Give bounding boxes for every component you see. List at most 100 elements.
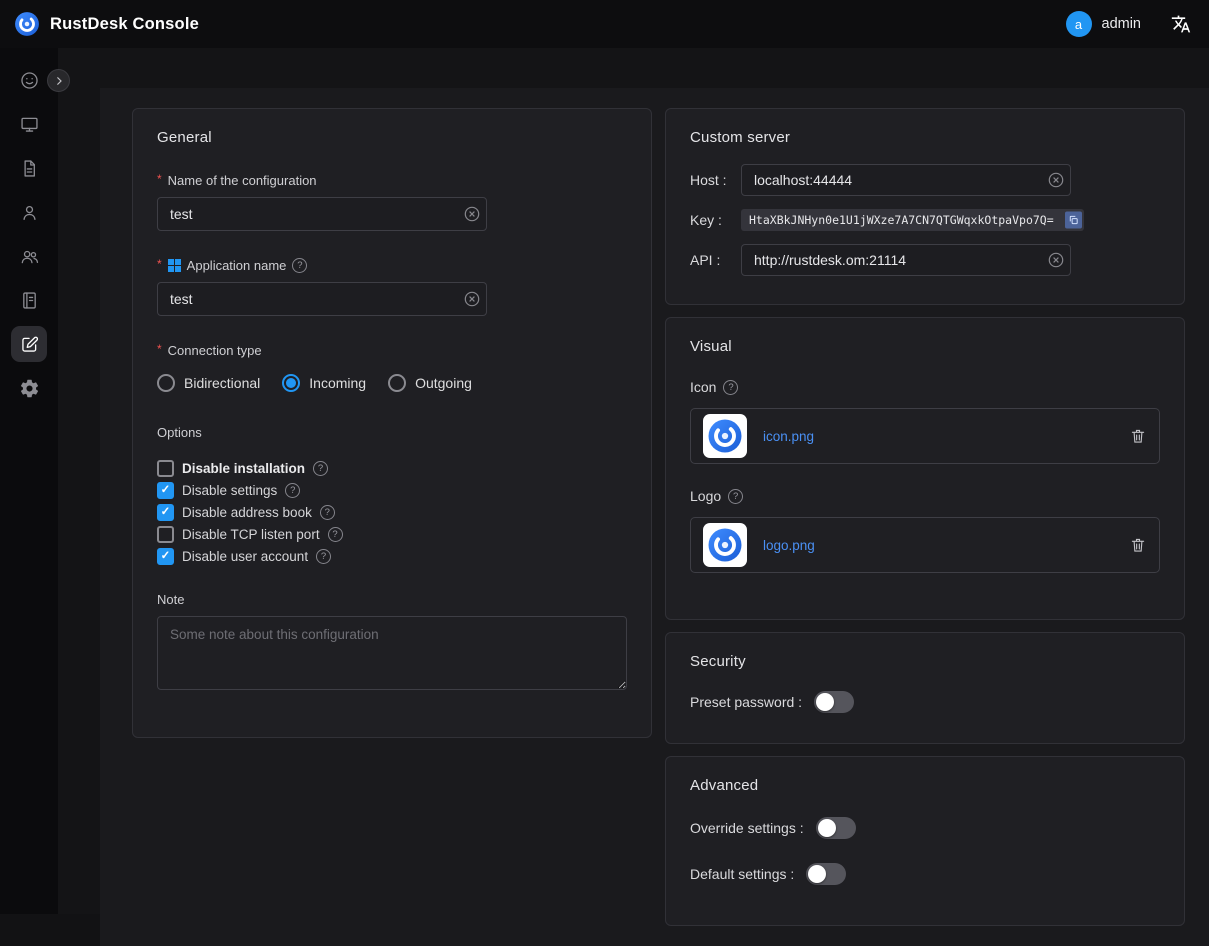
content-panel: General * Name of the configuration * bbox=[100, 88, 1209, 946]
radio-dot bbox=[157, 374, 175, 392]
windows-icon bbox=[168, 259, 181, 272]
avatar[interactable]: a bbox=[1066, 11, 1092, 37]
preset-password-label: Preset password : bbox=[690, 694, 802, 710]
sidebar-item-document[interactable] bbox=[11, 150, 47, 186]
checkbox-disable-tcp-listen-port[interactable]: Disable TCP listen port? bbox=[157, 526, 627, 543]
header-right: a admin bbox=[1066, 11, 1192, 37]
checkbox-box bbox=[157, 548, 174, 565]
sidebar-item-edit[interactable] bbox=[11, 326, 47, 362]
checkbox-disable-installation[interactable]: Disable installation? bbox=[157, 460, 627, 477]
host-input[interactable] bbox=[741, 164, 1071, 196]
help-icon[interactable]: ? bbox=[285, 483, 300, 498]
icon-preview bbox=[703, 414, 747, 458]
logo-upload-box[interactable]: logo.png bbox=[690, 517, 1160, 573]
edit-icon bbox=[19, 334, 40, 355]
checkbox-label: Disable address book bbox=[182, 505, 312, 520]
api-input[interactable] bbox=[741, 244, 1071, 276]
radio-dot bbox=[388, 374, 406, 392]
copy-icon[interactable] bbox=[1065, 212, 1082, 229]
users-icon bbox=[19, 246, 40, 267]
visual-card: Visual Icon ? icon.png bbox=[665, 317, 1185, 620]
user-icon bbox=[19, 202, 40, 223]
radio-incoming[interactable]: Incoming bbox=[282, 374, 366, 392]
clear-icon[interactable] bbox=[1048, 172, 1064, 188]
sidebar bbox=[0, 48, 58, 914]
checkbox-disable-settings[interactable]: Disable settings? bbox=[157, 482, 627, 499]
icon-filename-link[interactable]: icon.png bbox=[763, 429, 814, 444]
connection-type-label: * Connection type bbox=[157, 343, 627, 358]
document-icon bbox=[19, 158, 40, 179]
clear-icon[interactable] bbox=[1048, 252, 1064, 268]
icon-upload-box[interactable]: icon.png bbox=[690, 408, 1160, 464]
help-icon[interactable]: ? bbox=[723, 380, 738, 395]
chevron-right-icon bbox=[53, 75, 65, 87]
security-card: Security Preset password : bbox=[665, 632, 1185, 744]
trash-icon[interactable] bbox=[1129, 536, 1147, 554]
translate-icon[interactable] bbox=[1171, 14, 1191, 34]
application-name-label: * Application name ? bbox=[157, 258, 627, 273]
preset-password-toggle[interactable] bbox=[814, 691, 854, 713]
notebook-icon bbox=[19, 290, 40, 311]
checkbox-label: Disable settings bbox=[182, 483, 277, 498]
username[interactable]: admin bbox=[1102, 16, 1142, 32]
default-settings-label: Default settings : bbox=[690, 866, 794, 882]
key-value: HtaXBkJNHyn0e1U1jWXze7A7CN7QTGWqxkOtpaVp… bbox=[749, 213, 1054, 227]
rustdesk-logo-icon bbox=[14, 11, 40, 37]
clear-icon[interactable] bbox=[464, 206, 480, 222]
key-label: Key : bbox=[690, 212, 741, 228]
smiley-icon bbox=[19, 70, 40, 91]
name-field-label: * Name of the configuration bbox=[157, 173, 627, 188]
radio-label: Bidirectional bbox=[184, 375, 260, 391]
help-icon[interactable]: ? bbox=[316, 549, 331, 564]
sidebar-expand-button[interactable] bbox=[47, 69, 70, 92]
options-group: Disable installation?Disable settings?Di… bbox=[157, 460, 627, 565]
trash-icon[interactable] bbox=[1129, 427, 1147, 445]
help-icon[interactable]: ? bbox=[328, 527, 343, 542]
sidebar-item-settings[interactable] bbox=[11, 370, 47, 406]
sidebar-item-user[interactable] bbox=[11, 194, 47, 230]
checkbox-disable-address-book[interactable]: Disable address book? bbox=[157, 504, 627, 521]
key-value-box: HtaXBkJNHyn0e1U1jWXze7A7CN7QTGWqxkOtpaVp… bbox=[741, 209, 1084, 231]
default-settings-toggle[interactable] bbox=[806, 863, 846, 885]
checkbox-box bbox=[157, 526, 174, 543]
note-label: Note bbox=[157, 592, 627, 607]
app-title: RustDesk Console bbox=[50, 15, 199, 34]
header: RustDesk Console a admin bbox=[0, 0, 1209, 48]
checkbox-label: Disable installation bbox=[182, 461, 305, 476]
gear-icon bbox=[19, 378, 40, 399]
checkbox-box bbox=[157, 460, 174, 477]
checkbox-box bbox=[157, 504, 174, 521]
radio-outgoing[interactable]: Outgoing bbox=[388, 374, 472, 392]
radio-bidirectional[interactable]: Bidirectional bbox=[157, 374, 260, 392]
help-icon[interactable]: ? bbox=[320, 505, 335, 520]
radio-label: Incoming bbox=[309, 375, 366, 391]
logo-label: Logo ? bbox=[690, 488, 1160, 504]
application-name-input[interactable] bbox=[157, 282, 487, 316]
custom-server-title: Custom server bbox=[690, 129, 1160, 146]
checkbox-box bbox=[157, 482, 174, 499]
help-icon[interactable]: ? bbox=[313, 461, 328, 476]
logo-preview bbox=[703, 523, 747, 567]
required-asterisk: * bbox=[157, 259, 162, 269]
clear-icon[interactable] bbox=[464, 291, 480, 307]
sidebar-item-smiley[interactable] bbox=[11, 62, 47, 98]
security-title: Security bbox=[690, 653, 1160, 670]
config-name-input[interactable] bbox=[157, 197, 487, 231]
monitor-icon bbox=[19, 114, 40, 135]
help-icon[interactable]: ? bbox=[292, 258, 307, 273]
host-label: Host : bbox=[690, 172, 741, 188]
help-icon[interactable]: ? bbox=[728, 489, 743, 504]
options-label: Options bbox=[157, 425, 627, 440]
api-label: API : bbox=[690, 252, 741, 268]
logo-filename-link[interactable]: logo.png bbox=[763, 538, 815, 553]
sidebar-item-users[interactable] bbox=[11, 238, 47, 274]
note-textarea[interactable] bbox=[157, 616, 627, 690]
general-card: General * Name of the configuration * bbox=[132, 108, 652, 738]
sidebar-item-notebook[interactable] bbox=[11, 282, 47, 318]
radio-dot bbox=[282, 374, 300, 392]
override-settings-toggle[interactable] bbox=[816, 817, 856, 839]
radio-label: Outgoing bbox=[415, 375, 472, 391]
checkbox-disable-user-account[interactable]: Disable user account? bbox=[157, 548, 627, 565]
checkbox-label: Disable TCP listen port bbox=[182, 527, 320, 542]
sidebar-item-monitor[interactable] bbox=[11, 106, 47, 142]
